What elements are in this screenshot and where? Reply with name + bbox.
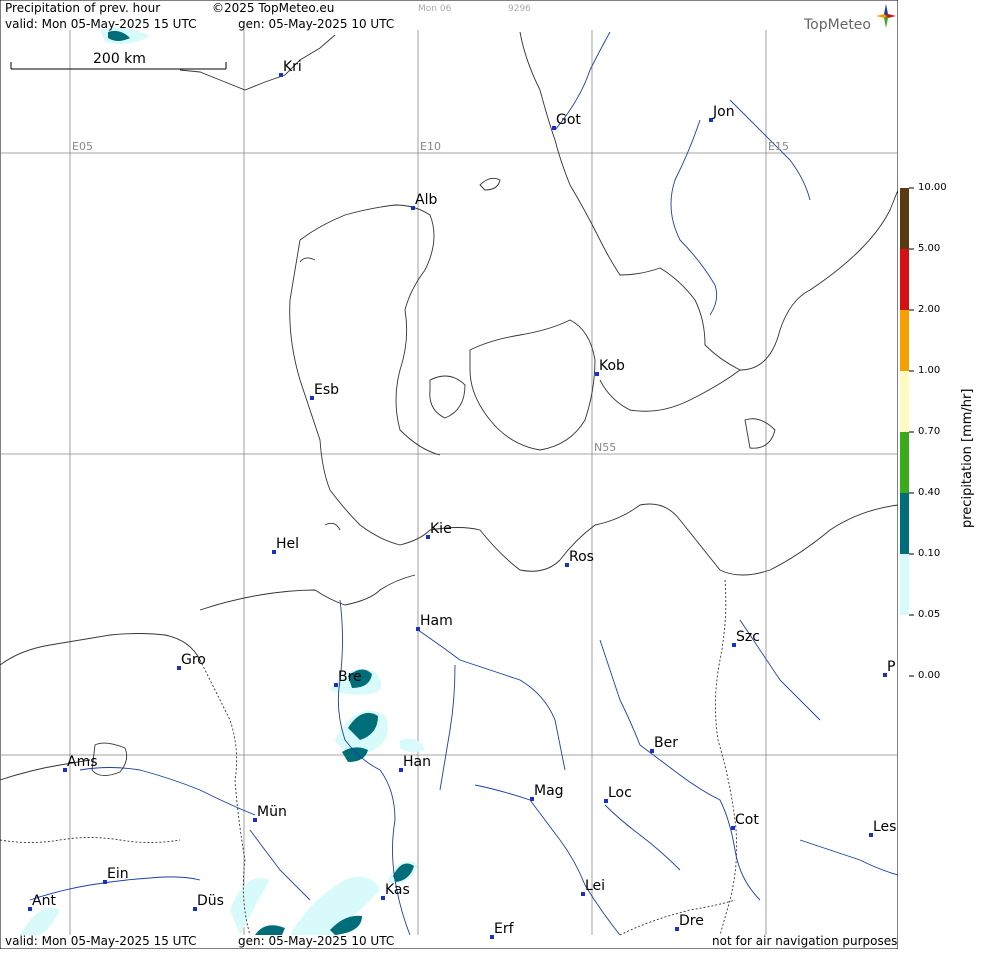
city-label: Jon (713, 104, 735, 120)
city-label: Lei (585, 878, 606, 894)
city-label: Szc (736, 629, 760, 645)
legend-tick-label: 0.10 (918, 548, 941, 559)
grid-label-e05: E05 (72, 140, 93, 153)
city-label: Bre (338, 669, 362, 685)
city-label: Ber (654, 735, 678, 751)
footer-disclaimer: not for air navigation purposes (712, 934, 898, 948)
city-label: Cot (735, 812, 759, 828)
city-label: Kri (283, 59, 302, 75)
legend-tick-label: 2.00 (918, 304, 941, 315)
legend-color-band (900, 554, 909, 615)
legend-color-band (900, 371, 909, 432)
valid-time: valid: Mon 05-May-2025 15 UTC (5, 17, 197, 31)
legend-tick-label: 0.05 (918, 609, 941, 620)
legend-tick-label: 10.00 (918, 182, 947, 193)
city-label: Les (873, 819, 897, 835)
generated-time: gen: 05-May-2025 10 UTC (238, 17, 395, 31)
city-label: Loc (608, 785, 632, 801)
grid-label-n55: N55 (594, 441, 617, 454)
footer-generated-time: gen: 05-May-2025 10 UTC (238, 934, 395, 948)
city-label: Ein (107, 866, 129, 882)
faint-day: Mon 06 (418, 4, 452, 14)
compass-star-icon (876, 4, 896, 28)
precipitation-legend: precipitation [mm/hr] 10.00 5.00 2.00 1.00 0… (898, 0, 989, 949)
city-label: Alb (415, 192, 438, 208)
legend-tick-label: 0.40 (918, 487, 941, 498)
footer-valid-time: valid: Mon 05-May-2025 15 UTC (5, 934, 197, 948)
city-label: Mün (257, 804, 287, 820)
scale-bar-label: 200 km (93, 51, 146, 67)
city-label: Kob (599, 358, 625, 374)
city-label: Got (556, 112, 581, 128)
city-label: Kie (430, 521, 452, 537)
city-label: Dre (679, 913, 704, 929)
city-label: Mag (534, 783, 564, 799)
legend-title: precipitation [mm/hr] (960, 388, 975, 528)
legend-tick-label: 0.00 (918, 670, 941, 681)
city-label: Ams (67, 754, 98, 770)
city-label: Ant (32, 893, 56, 909)
city-label: Kas (385, 882, 410, 898)
legend-tick-label: 0.70 (918, 426, 941, 437)
faint-code: 9296 (508, 4, 531, 14)
city-label: Esb (314, 382, 340, 398)
city-label: Han (403, 754, 431, 770)
city-label: Erf (494, 921, 514, 937)
legend-tick-label: 5.00 (918, 243, 941, 254)
grid-label-e10: E10 (420, 140, 441, 153)
city-label: P (887, 659, 896, 675)
legend-color-band (900, 249, 909, 310)
brand-text: TopMeteo (804, 17, 871, 33)
map-title: Precipitation of prev. hour (5, 1, 161, 15)
legend-color-band (900, 188, 909, 249)
legend-tick-label: 1.00 (918, 365, 941, 376)
legend-colorbar (900, 187, 914, 677)
legend-color-band (900, 493, 909, 554)
city-label: Ham (420, 613, 453, 629)
city-label: Hel (276, 536, 300, 552)
city-label: Ros (569, 549, 594, 565)
city-label: Düs (197, 893, 224, 909)
legend-color-band (900, 310, 909, 371)
grid-label-e15: E15 (768, 140, 789, 153)
legend-color-band (900, 432, 909, 493)
precipitation-map (0, 0, 898, 949)
topmeteo-logo: TopMeteo (804, 4, 896, 33)
city-label: Gro (181, 652, 206, 668)
copyright: ©2025 TopMeteo.eu (212, 1, 335, 15)
